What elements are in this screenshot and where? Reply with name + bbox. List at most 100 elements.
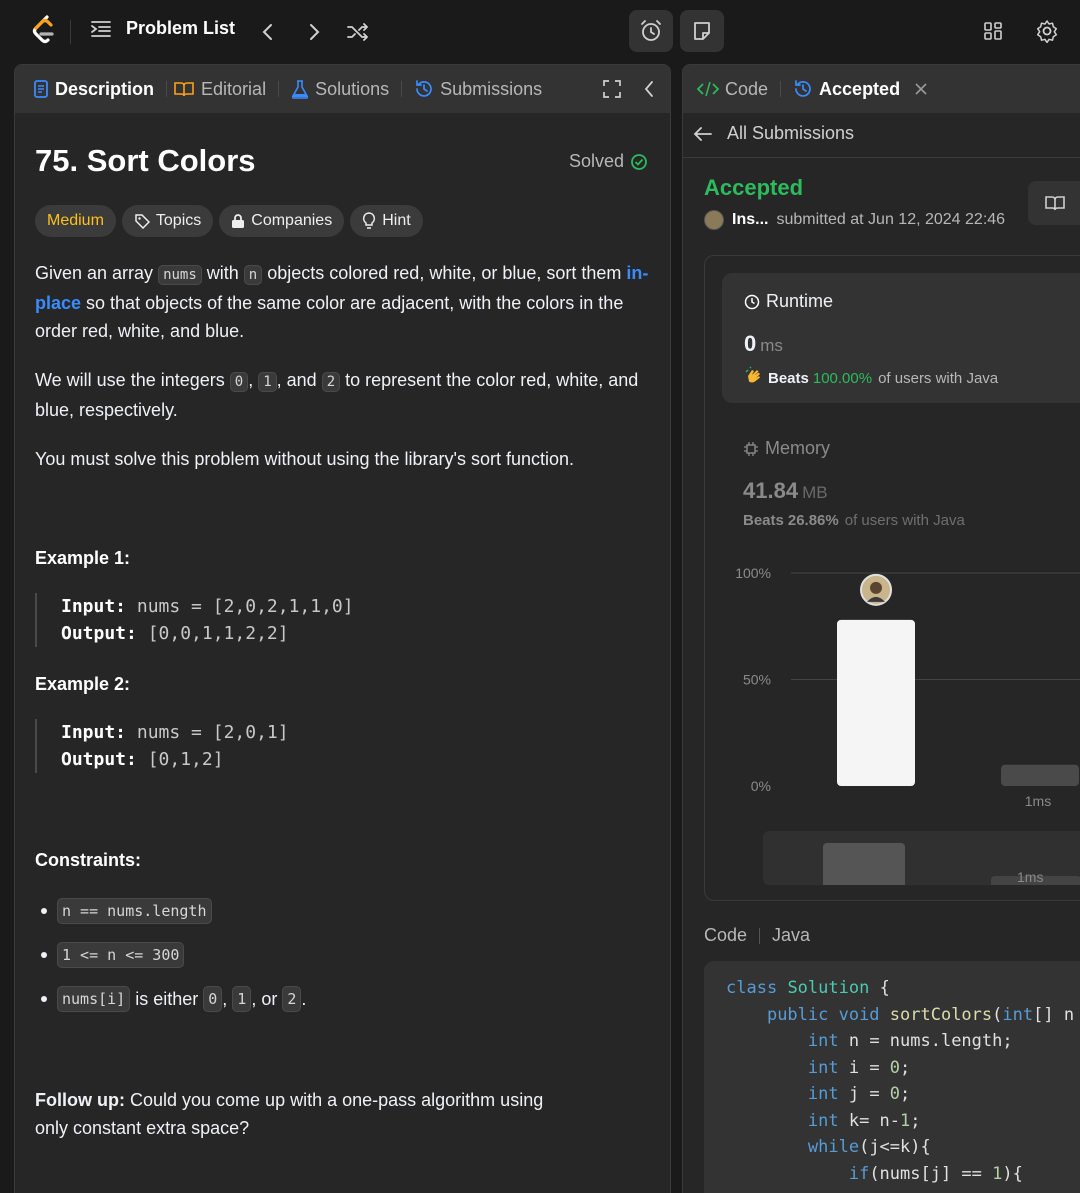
avatar-face: [870, 581, 882, 594]
code-line: int j = 0;: [726, 1081, 1080, 1108]
code-token: ;: [900, 1057, 911, 1078]
inline-code: 1 <= n <= 300: [57, 942, 185, 968]
beats-percent: 26.86%: [787, 512, 839, 529]
history-icon: [795, 80, 811, 97]
constraint-item: 1 <= n <= 300: [35, 940, 306, 970]
code-token: 0: [889, 1057, 901, 1078]
output-label: Output:: [61, 749, 137, 770]
prev-problem-button[interactable]: [254, 18, 282, 46]
next-problem-button[interactable]: [300, 18, 328, 46]
notes-button[interactable]: [680, 10, 724, 52]
example-2-block: Input: nums = [2,0,1] Output: [0,1,2]: [35, 719, 635, 773]
beats-suffix: of users with Java: [878, 369, 999, 387]
output-label: Output:: [61, 623, 137, 644]
layout-button[interactable]: [980, 18, 1006, 44]
tab-solutions[interactable]: Solutions: [291, 79, 389, 100]
tab-description[interactable]: Description: [33, 79, 154, 100]
inline-code: nums: [158, 265, 202, 285]
input-label: Input:: [61, 596, 127, 617]
code-line: int n = nums.length;: [726, 1028, 1080, 1055]
all-submissions-label: All Submissions: [727, 123, 855, 143]
leetcode-logo-icon[interactable]: [28, 14, 60, 48]
example-1-block: Input: nums = [2,0,2,1,1,0] Output: [0,0…: [35, 593, 635, 647]
example-2-input: Input: nums = [2,0,1]: [61, 719, 635, 746]
submitted-at: submitted at Jun 12, 2024 22:46: [776, 211, 1006, 228]
grid-layout-icon: [984, 22, 1002, 40]
input-value: nums = [2,0,2,1,1,0]: [126, 596, 354, 617]
inline-code: 2: [321, 372, 341, 392]
constraints-list: n == nums.length 1 <= n <= 300 nums[i] i…: [35, 896, 306, 1028]
solved-status: Solved: [569, 151, 648, 172]
tab-submissions[interactable]: Submissions: [414, 79, 542, 100]
companies-button[interactable]: Companies: [219, 205, 345, 237]
example-1-output: Output: [0,0,1,1,2,2]: [61, 620, 635, 647]
code-token: 0: [889, 1084, 901, 1104]
solved-label: Solved: [569, 151, 625, 171]
runtime-beats: Beats 100.00% of users with Java: [744, 366, 998, 390]
chart-minimap[interactable]: 1ms: [763, 831, 1080, 885]
hint-button[interactable]: Hint: [350, 205, 423, 237]
text: ,: [222, 988, 233, 1009]
chevron-left-icon: [262, 24, 272, 40]
tab-editorial-label: Editorial: [201, 78, 267, 99]
code-line: class Solution {: [726, 975, 1080, 1002]
all-submissions-link[interactable]: All Submissions: [693, 123, 854, 144]
submission-panel: Code Accepted All Submissions Accepted I…: [682, 64, 1080, 1193]
code-token: int: [1002, 1004, 1034, 1025]
code-token: 1: [900, 1110, 911, 1131]
example-1-heading: Example 1:: [35, 548, 131, 568]
username[interactable]: Ins...: [732, 211, 768, 229]
fullscreen-button[interactable]: [603, 80, 621, 103]
text: , or: [251, 988, 283, 1009]
tab-accepted[interactable]: Accepted: [793, 79, 928, 100]
code-token: k= n-: [838, 1110, 901, 1131]
avatar[interactable]: [704, 210, 724, 230]
code-token: (j<=k){: [859, 1137, 931, 1157]
history-icon: [416, 80, 432, 97]
code-token: i =: [838, 1057, 890, 1078]
code-line: if(nums[j] == 1){: [726, 1161, 1080, 1188]
runtime-card[interactable]: Runtime 0 ms Beats 100.00% of users with …: [722, 273, 1080, 403]
problem-list-button[interactable]: Problem List: [90, 18, 235, 39]
topics-button[interactable]: Topics: [121, 205, 214, 237]
code-line: int k= n-1;: [726, 1108, 1080, 1135]
inline-code: 1: [258, 372, 277, 392]
output-value: [0,0,1,1,2,2]: [136, 623, 289, 644]
tab-divider: [278, 81, 280, 97]
result-status: Accepted: [704, 175, 804, 200]
divider: [683, 157, 1080, 158]
bullet: [41, 996, 47, 1002]
random-problem-button[interactable]: [344, 18, 372, 46]
nav-divider: [70, 20, 71, 44]
chip-icon: [744, 441, 758, 456]
description-panel: Description Editorial Solutions Submissi…: [14, 64, 671, 1193]
settings-button[interactable]: [1034, 18, 1060, 44]
beats-percent: 100.00%: [812, 369, 873, 387]
top-navbar: Problem List: [0, 0, 1080, 64]
text: , and: [276, 370, 322, 390]
text: We will use the integers: [35, 370, 230, 390]
code-token: ){: [1002, 1163, 1023, 1184]
editorial-button[interactable]: [1028, 181, 1080, 225]
inline-code: 0: [229, 372, 249, 392]
runtime-label: Runtime: [766, 291, 834, 311]
timer-button[interactable]: [629, 10, 673, 52]
code-token: int: [807, 1084, 839, 1104]
tab-code[interactable]: Code: [697, 79, 768, 100]
code-token: (: [992, 1004, 1003, 1025]
code-line: while(j<=k){: [726, 1134, 1080, 1161]
follow-up-label: Follow up:: [35, 1090, 125, 1110]
close-icon[interactable]: [914, 82, 928, 96]
editor-tabs: Code Accepted: [683, 65, 1080, 113]
runtime-number: 0: [744, 331, 757, 356]
collapse-panel-button[interactable]: [643, 80, 655, 103]
divider: [759, 927, 761, 944]
tab-editorial[interactable]: Editorial: [173, 79, 266, 100]
beats-suffix: of users with Java: [844, 512, 965, 529]
code-icon: [697, 81, 719, 97]
submitted-code-block[interactable]: class Solution { public void sortColors(…: [704, 961, 1080, 1193]
constraint-item: nums[i] is either 0, 1, or 2.: [35, 984, 306, 1014]
